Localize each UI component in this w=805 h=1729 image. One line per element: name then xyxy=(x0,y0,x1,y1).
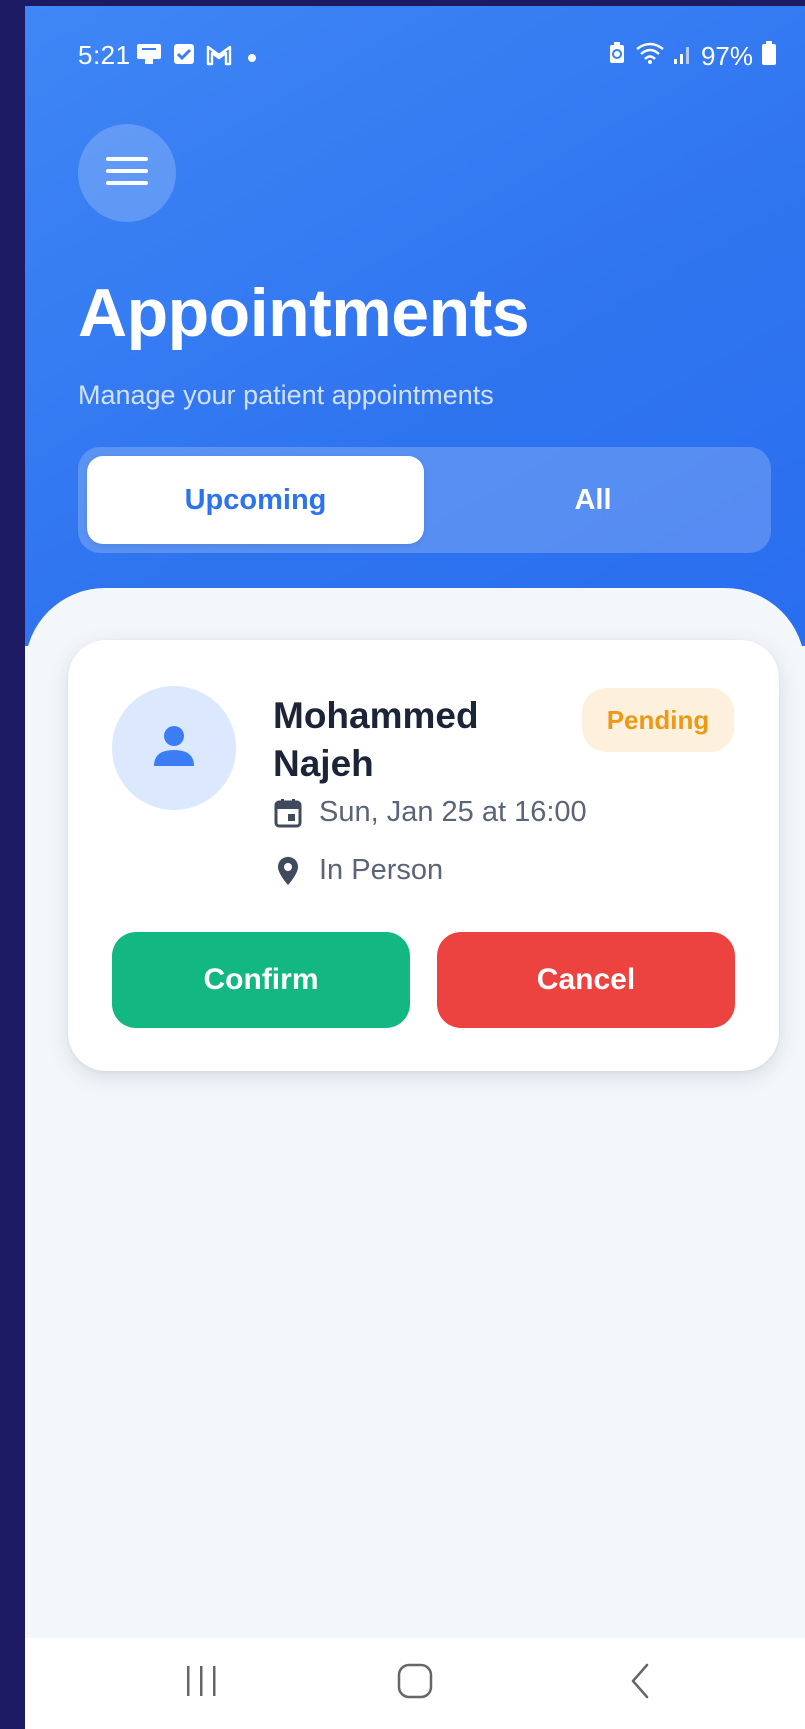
back-icon xyxy=(627,1662,653,1705)
location-text: In Person xyxy=(319,854,444,886)
battery-saver-icon xyxy=(607,41,627,72)
confirm-button[interactable]: Confirm xyxy=(112,932,410,1028)
system-nav-bar xyxy=(25,1638,805,1729)
gmail-icon xyxy=(206,42,232,73)
home-icon xyxy=(396,1662,434,1705)
appointment-card[interactable]: Mohammed Najeh Pending Sun, Jan 25 at 16… xyxy=(68,640,779,1071)
signal-icon xyxy=(673,41,693,72)
home-button[interactable] xyxy=(375,1648,455,1718)
battery-icon xyxy=(761,40,777,73)
cancel-button[interactable]: Cancel xyxy=(437,932,735,1028)
datetime-text: Sun, Jan 25 at 16:00 xyxy=(319,796,587,828)
tab-upcoming[interactable]: Upcoming xyxy=(87,456,424,544)
status-time: 5:21 xyxy=(78,40,131,70)
calendar-icon xyxy=(273,798,303,828)
recent-apps-button[interactable] xyxy=(161,1648,241,1718)
appointment-datetime: Sun, Jan 25 at 16:00 xyxy=(273,796,587,829)
wifi-icon xyxy=(635,41,665,72)
back-button[interactable] xyxy=(600,1648,680,1718)
dot-icon xyxy=(248,53,256,62)
app-screen: 5:21 97% Appointments Manage your patien… xyxy=(25,6,805,1729)
screen-cast-icon xyxy=(136,42,162,73)
tab-all[interactable]: All xyxy=(424,456,762,544)
notification-icons xyxy=(136,42,256,73)
menu-button[interactable] xyxy=(78,124,176,222)
status-badge: Pending xyxy=(582,688,734,752)
appointment-location: In Person xyxy=(273,854,443,887)
status-bar: 5:21 97% xyxy=(25,6,805,101)
checkbox-icon xyxy=(172,42,196,73)
system-icons: 97% xyxy=(607,40,777,73)
location-pin-icon xyxy=(273,856,303,886)
header-background: 5:21 97% Appointments Manage your patien… xyxy=(25,6,805,646)
recent-apps-icon xyxy=(184,1664,218,1703)
patient-name: Mohammed Najeh xyxy=(273,695,479,784)
page-subtitle: Manage your patient appointments xyxy=(78,380,494,410)
person-icon xyxy=(151,724,197,773)
page-title: Appointments xyxy=(78,275,530,351)
battery-percent: 97% xyxy=(700,41,753,71)
appointment-filter-tabs: Upcoming All xyxy=(78,447,771,553)
avatar xyxy=(112,686,236,810)
hamburger-menu-icon xyxy=(106,156,148,191)
